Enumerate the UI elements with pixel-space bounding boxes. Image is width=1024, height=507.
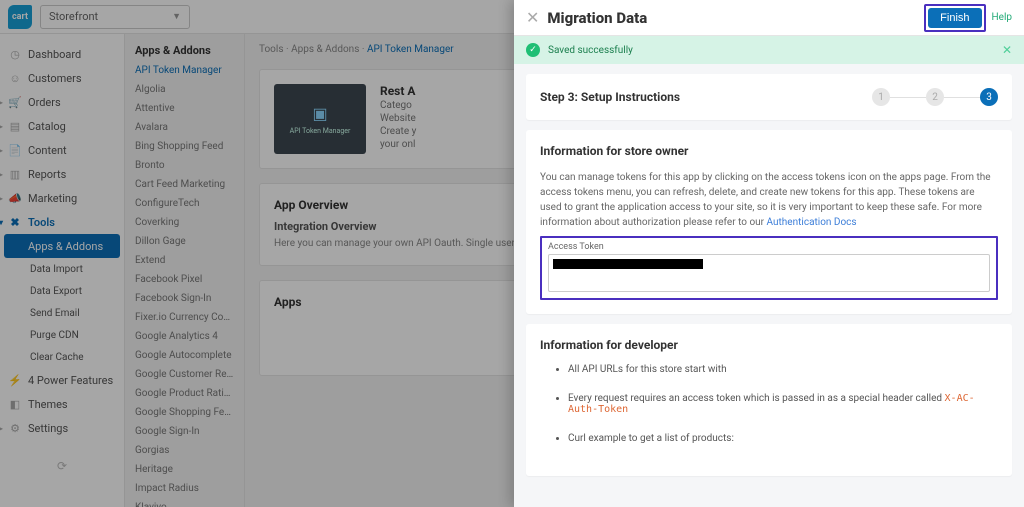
developer-info-card: Information for developer All API URLs f… bbox=[526, 324, 1012, 476]
nav-send-email[interactable]: Send Email bbox=[0, 302, 124, 324]
nav-apps-addons[interactable]: Apps & Addons bbox=[4, 234, 120, 258]
dismiss-banner-icon[interactable]: ✕ bbox=[1002, 43, 1012, 57]
submenu-item[interactable]: Algolia bbox=[135, 84, 234, 95]
access-token-field[interactable] bbox=[548, 254, 990, 292]
submenu-item[interactable]: Google Sign-In bbox=[135, 426, 234, 437]
submenu-item[interactable]: Google Product Ratings bbox=[135, 388, 234, 399]
book-icon: ▤ bbox=[8, 119, 22, 133]
step-3[interactable]: 3 bbox=[980, 88, 998, 106]
chart-icon: ▥ bbox=[8, 167, 22, 181]
owner-info-text: You can manage tokens for this app by cl… bbox=[540, 170, 998, 230]
owner-info-card: Information for store owner You can mana… bbox=[526, 130, 1012, 314]
submenu-item[interactable]: Facebook Sign-In bbox=[135, 293, 234, 304]
storefront-label: Storefront bbox=[49, 10, 98, 23]
submenu-title: Apps & Addons bbox=[135, 44, 234, 57]
nav-data-import[interactable]: Data Import bbox=[0, 258, 124, 280]
storefront-select[interactable]: Storefront ▼ bbox=[40, 5, 190, 29]
nav-data-export[interactable]: Data Export bbox=[0, 280, 124, 302]
submenu-item[interactable]: Avalara bbox=[135, 122, 234, 133]
step-label: Step 3: Setup Instructions bbox=[540, 90, 680, 104]
sidebar: ◷Dashboard ☺Customers ▸🛒Orders ▸▤Catalog… bbox=[0, 0, 125, 507]
nav-tools[interactable]: ▾✖Tools bbox=[0, 210, 124, 234]
submenu-item[interactable]: Extend bbox=[135, 255, 234, 266]
submenu-item[interactable]: Google Customer Reviews bbox=[135, 369, 234, 380]
chevron-right-icon: ▸ bbox=[0, 122, 3, 131]
close-icon[interactable]: ✕ bbox=[526, 8, 539, 27]
chevron-right-icon: ▸ bbox=[0, 98, 3, 107]
nav-clear-cache[interactable]: Clear Cache bbox=[0, 346, 124, 368]
spinner-icon: ⟳ bbox=[54, 458, 70, 474]
chevron-right-icon: ▸ bbox=[0, 194, 3, 203]
finish-button[interactable]: Finish bbox=[928, 8, 981, 28]
submenu-item[interactable]: ConfigureTech bbox=[135, 198, 234, 209]
submenu-item[interactable]: Klaviyo bbox=[135, 502, 234, 507]
submenu-item[interactable]: Google Shopping Feed bbox=[135, 407, 234, 418]
nav-content[interactable]: ▸📄Content bbox=[0, 138, 124, 162]
check-icon: ✓ bbox=[526, 43, 540, 57]
submenu-item[interactable]: Heritage bbox=[135, 464, 234, 475]
migration-panel: ✕ Migration Data Finish Help ✓ Saved suc… bbox=[514, 0, 1024, 507]
dev-item-3: Curl example to get a list of products: bbox=[568, 433, 998, 444]
submenu-item[interactable]: Coverking bbox=[135, 217, 234, 228]
gauge-icon: ◷ bbox=[8, 47, 22, 61]
panel-title: Migration Data bbox=[547, 9, 647, 27]
nav-customers[interactable]: ☺Customers bbox=[0, 66, 124, 90]
cart-icon: 🛒 bbox=[8, 95, 22, 109]
bolt-icon: ⚡ bbox=[8, 373, 22, 387]
chip-icon: ▣ bbox=[312, 104, 327, 123]
submenu-item[interactable]: Google Autocomplete bbox=[135, 350, 234, 361]
gear-icon: ⚙ bbox=[8, 421, 22, 435]
nav-marketing[interactable]: ▸📣Marketing bbox=[0, 186, 124, 210]
submenu: Apps & Addons API Token Manager Algolia At… bbox=[125, 0, 245, 507]
submenu-item[interactable]: Cart Feed Marketing bbox=[135, 179, 234, 190]
nav-power-features[interactable]: ⚡4 Power Features bbox=[0, 368, 124, 392]
dev-item-2: Every request requires an access token w… bbox=[568, 393, 998, 415]
chevron-right-icon: ▸ bbox=[0, 424, 3, 433]
dev-item-1: All API URLs for this store start with bbox=[568, 364, 998, 375]
submenu-item[interactable]: Impact Radius bbox=[135, 483, 234, 494]
success-banner: ✓ Saved successfully ✕ bbox=[514, 36, 1024, 64]
panel-header: ✕ Migration Data Finish Help bbox=[514, 0, 1024, 36]
megaphone-icon: 📣 bbox=[8, 191, 22, 205]
submenu-item[interactable]: Gorgias bbox=[135, 445, 234, 456]
wrench-icon: ✖ bbox=[8, 215, 22, 229]
submenu-item[interactable]: API Token Manager bbox=[135, 65, 234, 76]
nav-dashboard[interactable]: ◷Dashboard bbox=[0, 42, 124, 66]
nav-reports[interactable]: ▸▥Reports bbox=[0, 162, 124, 186]
caret-down-icon: ▼ bbox=[172, 11, 181, 22]
palette-icon: ◧ bbox=[8, 397, 22, 411]
submenu-item[interactable]: Fixer.io Currency Conversion bbox=[135, 312, 234, 323]
auth-docs-link[interactable]: Authentication Docs bbox=[767, 217, 857, 228]
users-icon: ☺ bbox=[8, 71, 22, 85]
nav-themes[interactable]: ◧Themes bbox=[0, 392, 124, 416]
brand-logo: cart bbox=[8, 5, 32, 29]
app-icon: ▣ API Token Manager bbox=[274, 84, 366, 154]
help-link[interactable]: Help bbox=[992, 12, 1012, 23]
file-icon: 📄 bbox=[8, 143, 22, 157]
chevron-right-icon: ▸ bbox=[0, 146, 3, 155]
submenu-item[interactable]: Bing Shopping Feed bbox=[135, 141, 234, 152]
panel-body: Step 3: Setup Instructions 1 2 3 Informa… bbox=[514, 64, 1024, 507]
nav-catalog[interactable]: ▸▤Catalog bbox=[0, 114, 124, 138]
chevron-down-icon: ▾ bbox=[0, 218, 3, 227]
access-token-box: Access Token bbox=[540, 236, 998, 300]
submenu-item[interactable]: Facebook Pixel bbox=[135, 274, 234, 285]
finish-highlight: Finish bbox=[924, 4, 985, 32]
chevron-right-icon: ▸ bbox=[0, 170, 3, 179]
app-meta: Rest A Catego Website Create y your onl bbox=[380, 84, 416, 154]
step-dots: 1 2 3 bbox=[872, 88, 998, 106]
submenu-item[interactable]: Attentive bbox=[135, 103, 234, 114]
submenu-item[interactable]: Dillon Gage bbox=[135, 236, 234, 247]
nav-orders[interactable]: ▸🛒Orders bbox=[0, 90, 124, 114]
submenu-item[interactable]: Bronto bbox=[135, 160, 234, 171]
nav-purge-cdn[interactable]: Purge CDN bbox=[0, 324, 124, 346]
nav-settings[interactable]: ▸⚙Settings bbox=[0, 416, 124, 440]
step-1[interactable]: 1 bbox=[872, 88, 890, 106]
token-label: Access Token bbox=[548, 242, 990, 252]
stepper-card: Step 3: Setup Instructions 1 2 3 bbox=[526, 74, 1012, 120]
step-2[interactable]: 2 bbox=[926, 88, 944, 106]
submenu-item[interactable]: Google Analytics 4 bbox=[135, 331, 234, 342]
token-redacted bbox=[553, 259, 703, 269]
